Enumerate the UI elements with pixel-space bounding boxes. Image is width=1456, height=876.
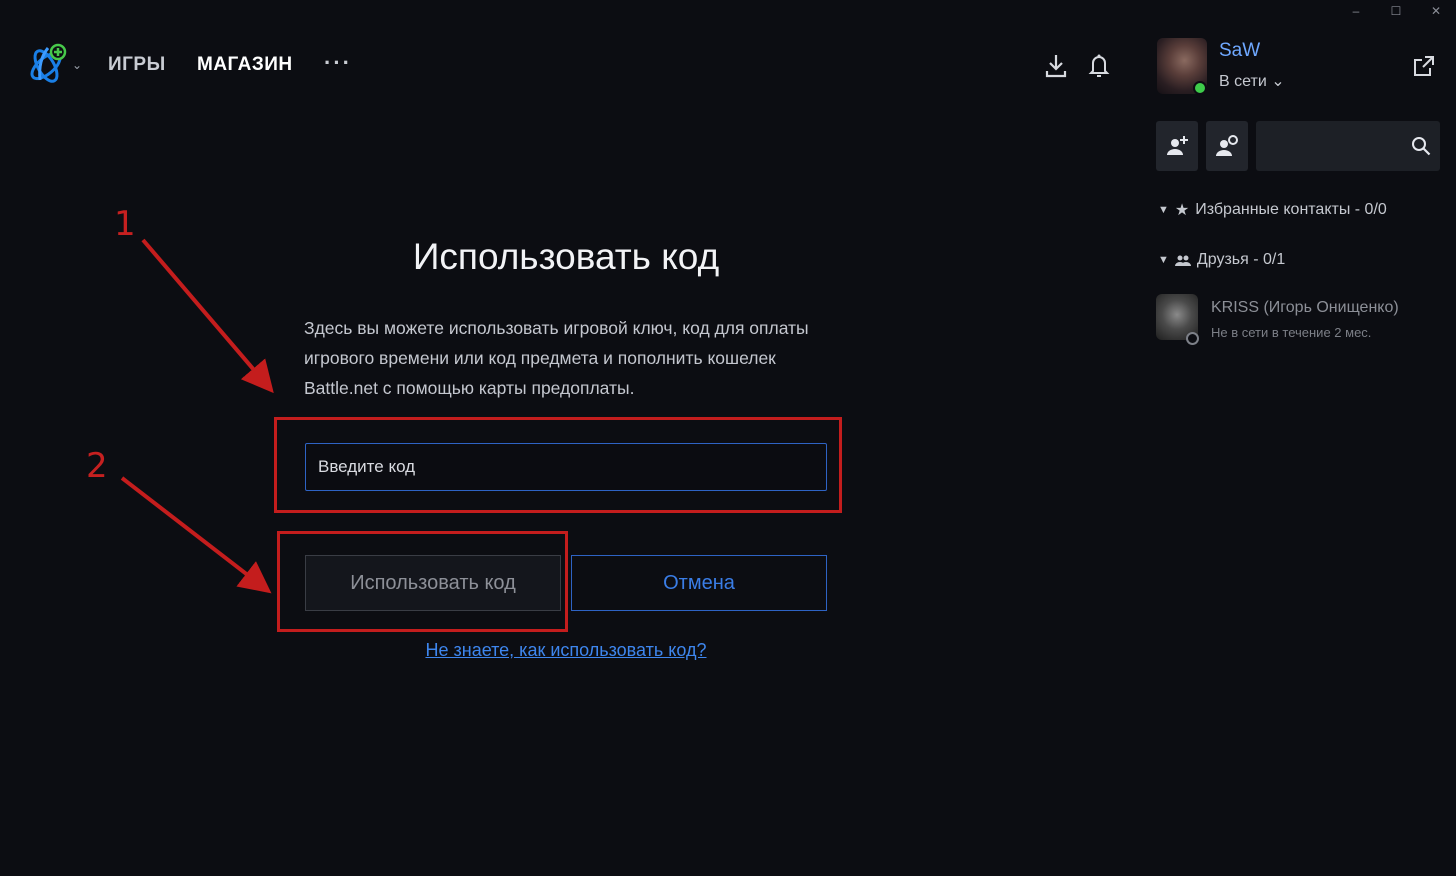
annotation-box-input (274, 417, 842, 513)
profile-name[interactable]: SaW (1219, 40, 1260, 62)
friend-search[interactable] (1256, 121, 1440, 171)
star-icon: ★ (1174, 202, 1190, 219)
friend-requests-button[interactable] (1206, 121, 1248, 171)
friend-status: Не в сети в течение 2 мес. (1211, 325, 1372, 340)
friends-header-label: Друзья - 0/1 (1196, 251, 1286, 268)
maximize-button[interactable]: ☐ (1376, 0, 1416, 22)
close-button[interactable]: ✕ (1416, 0, 1456, 22)
friend-search-input[interactable] (1256, 121, 1406, 171)
friends-icon (1174, 255, 1191, 266)
battlenet-logo-icon[interactable] (26, 40, 70, 86)
page-title: Использовать код (412, 236, 720, 277)
online-status-dot (1193, 81, 1207, 95)
annotation-box-button (277, 531, 568, 632)
bell-icon[interactable] (1086, 52, 1112, 80)
search-icon[interactable] (1410, 135, 1432, 157)
nav-shop[interactable]: МАГАЗИН (197, 54, 293, 76)
nav-more-button[interactable]: ··· (324, 50, 352, 76)
cancel-button[interactable]: Отмена (571, 555, 827, 611)
annotation-arrow-2 (120, 476, 272, 594)
offline-status-dot (1186, 332, 1199, 345)
friend-name[interactable]: KRISS (Игорь Онищенко) (1211, 299, 1399, 317)
minimize-button[interactable]: – (1336, 0, 1376, 22)
logo-chevron-down-icon[interactable]: ⌄ (72, 58, 82, 72)
nav-games[interactable]: ИГРЫ (108, 54, 166, 76)
collapse-triangle-icon: ▼ (1158, 254, 1169, 266)
download-icon[interactable] (1043, 52, 1069, 80)
annotation-number-1: 1 (114, 204, 136, 244)
friends-section-header[interactable]: ▼ Друзья - 0/1 (1158, 251, 1285, 269)
add-friend-button[interactable] (1156, 121, 1198, 171)
annotation-arrow-1 (141, 238, 274, 394)
help-link[interactable]: Не знаете, как использовать код? (304, 640, 828, 661)
favorites-header-label: Избранные контакты - 0/0 (1195, 201, 1387, 218)
favorites-section-header[interactable]: ▼ ★ Избранные контакты - 0/0 (1158, 200, 1387, 220)
collapse-triangle-icon: ▼ (1158, 204, 1169, 216)
annotation-number-2: 2 (86, 446, 108, 486)
profile-status-dropdown[interactable]: В сети ⌄ (1219, 71, 1285, 91)
page-description: Здесь вы можете использовать игровой клю… (304, 318, 809, 398)
window-controls: – ☐ ✕ (1336, 0, 1456, 22)
add-friend-icon (1167, 136, 1188, 155)
friend-requests-icon (1216, 135, 1238, 156)
external-link-icon[interactable] (1412, 54, 1436, 78)
